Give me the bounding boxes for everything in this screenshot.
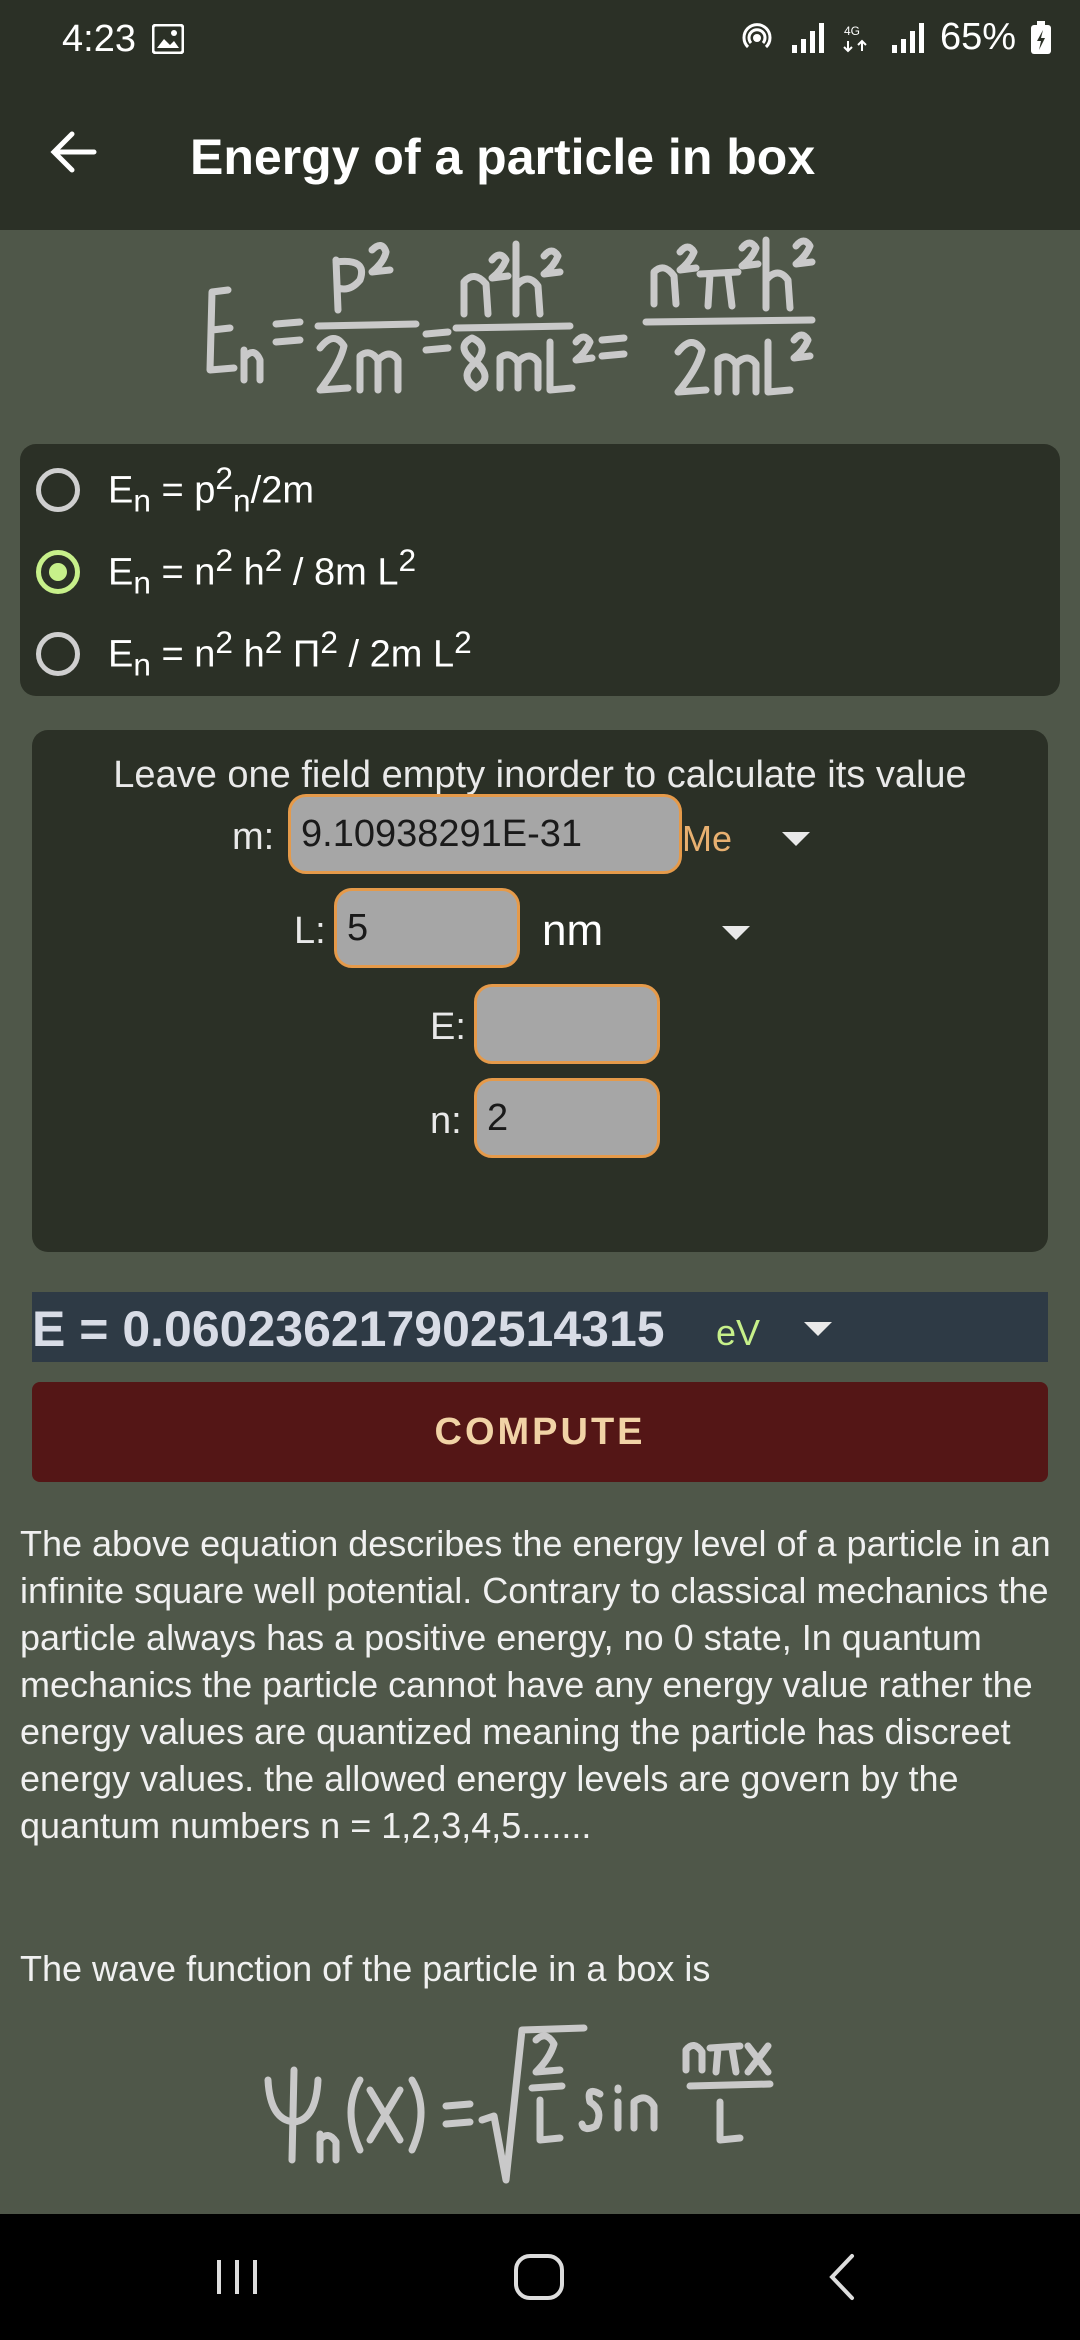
- energy-input[interactable]: [474, 984, 660, 1064]
- radio-label: En = n2 h2 Π2 / 2m L2: [108, 624, 472, 683]
- signal-4g-icon: 4G: [843, 24, 867, 52]
- svg-text:4G: 4G: [844, 24, 860, 38]
- radio-label: En = n2 h2 / 8m L2: [108, 542, 417, 601]
- page-title: Energy of a particle in box: [190, 129, 816, 185]
- calculator-card: Leave one field empty inorder to calcula…: [32, 730, 1048, 1252]
- wave-function-title: The wave function of the particle in a b…: [20, 1948, 711, 1989]
- length-label: L:: [294, 910, 326, 952]
- compute-button[interactable]: COMPUTE: [32, 1382, 1048, 1482]
- signal-icon: [891, 22, 924, 53]
- energy-label: E:: [430, 1006, 466, 1048]
- hotspot-icon: [742, 22, 772, 48]
- mass-unit-select[interactable]: Me: [682, 818, 732, 860]
- length-unit-select[interactable]: nm: [542, 906, 603, 956]
- status-bar: 4:23 4G 65%: [0, 0, 1080, 80]
- radio-button[interactable]: [36, 468, 80, 512]
- chevron-down-icon[interactable]: [782, 832, 810, 846]
- length-input[interactable]: [334, 888, 520, 968]
- mass-input[interactable]: [288, 794, 682, 874]
- signal-icon: [791, 22, 824, 53]
- chevron-down-icon[interactable]: [804, 1322, 832, 1336]
- n-label: n:: [430, 1100, 462, 1142]
- formula-radio-group: En = p2n/2m En = n2 h2 / 8m L2 En = n2 h…: [20, 444, 1060, 696]
- radio-button-selected[interactable]: [36, 550, 80, 594]
- result-bar: E = 0.060236217902514315 eV: [32, 1292, 1048, 1362]
- description-text: The above equation describes the energy …: [20, 1523, 1051, 1846]
- app-bar: Energy of a particle in box: [0, 80, 1080, 230]
- wave-function-image: [264, 2024, 774, 2184]
- radio-button[interactable]: [36, 632, 80, 676]
- chevron-down-icon[interactable]: [722, 926, 750, 940]
- radio-label: En = p2n/2m: [108, 460, 314, 519]
- radio-option-p2-2m[interactable]: En = p2n/2m: [36, 450, 314, 530]
- battery-percent: 65%: [939, 16, 1016, 58]
- status-icons: 4G 65%: [738, 16, 1052, 59]
- home-icon[interactable]: [504, 2244, 574, 2310]
- image-icon: [152, 24, 184, 54]
- radio-option-n2h2pi2-2mL2[interactable]: En = n2 h2 Π2 / 2m L2: [36, 614, 472, 694]
- n-input[interactable]: [474, 1078, 660, 1158]
- system-nav-bar: [0, 2214, 1080, 2340]
- result-value: E = 0.060236217902514315: [32, 1301, 665, 1357]
- status-time: 4:23: [62, 18, 136, 60]
- radio-option-n2h2-8mL2[interactable]: En = n2 h2 / 8m L2: [36, 532, 416, 612]
- recent-apps-icon[interactable]: [202, 2244, 272, 2310]
- energy-formula-image: [206, 236, 816, 396]
- hint-text: Leave one field empty inorder to calcula…: [113, 754, 967, 796]
- battery-icon: [1031, 20, 1051, 54]
- arrow-left-icon[interactable]: [46, 124, 102, 180]
- mass-label: m:: [232, 816, 275, 858]
- back-icon[interactable]: [808, 2244, 878, 2310]
- result-unit-select[interactable]: eV: [716, 1312, 760, 1354]
